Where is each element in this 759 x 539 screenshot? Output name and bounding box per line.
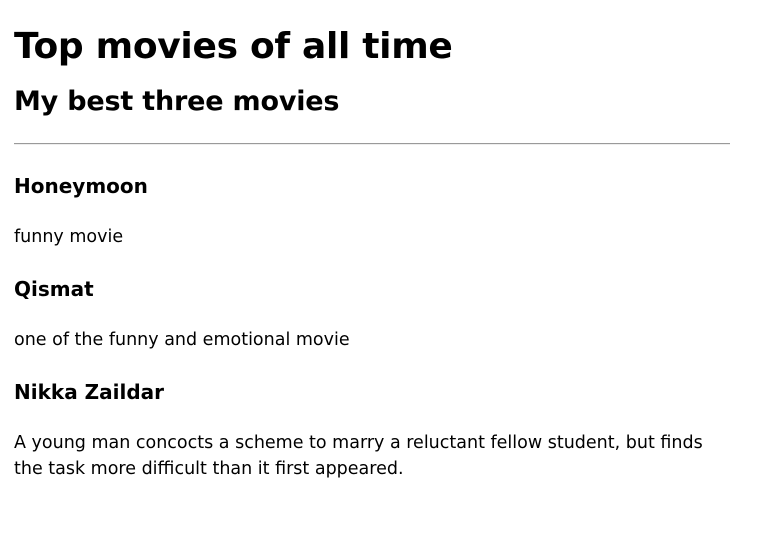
page-title: Top movies of all time: [14, 26, 453, 67]
movie-item: Honeymoon funny movie: [14, 145, 730, 250]
movie-title: Qismat: [14, 277, 94, 301]
movie-item: Qismat one of the funny and emotional mo…: [14, 250, 730, 353]
movie-item: Nikka Zaildar A young man concocts a sch…: [14, 353, 730, 482]
movie-description: A young man concocts a scheme to marry a…: [14, 433, 703, 479]
movie-description: one of the funny and emotional movie: [14, 330, 350, 350]
movie-title: Nikka Zaildar: [14, 380, 165, 404]
movie-title: Honeymoon: [14, 174, 148, 198]
section-title: My best three movies: [14, 86, 340, 117]
movie-list: Honeymoon funny movie Qismat one of the …: [14, 145, 730, 482]
movie-description: funny movie: [14, 227, 124, 247]
page-content: Top movies of all time My best three mov…: [0, 0, 759, 482]
